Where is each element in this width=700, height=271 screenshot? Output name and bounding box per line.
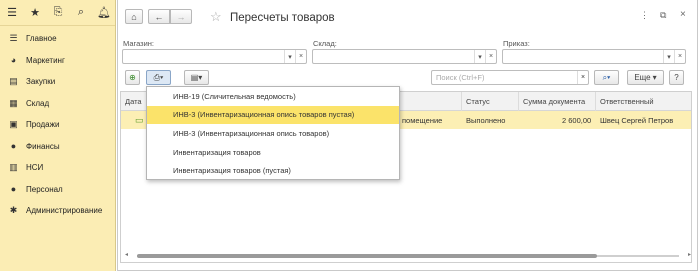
search-icon[interactable]: ⌕ [75, 6, 87, 19]
cart-icon: ▤ [9, 76, 18, 87]
clear-search-icon[interactable]: × [577, 71, 588, 84]
person-icon: ● [10, 184, 17, 195]
sidebar-item-label: Финансы [26, 141, 60, 151]
gear-icon: ✱ [9, 205, 18, 216]
document-posted-icon: ▭ [135, 114, 144, 125]
column-header-date[interactable]: Дата [121, 92, 142, 111]
menu-item-inventory-empty[interactable]: Инвентаризация товаров (пустая) [147, 161, 399, 180]
column-header-amount[interactable]: Сумма документа [518, 92, 593, 111]
home-icon: ⌂ [131, 11, 137, 22]
row-responsible: Швец Сергей Петров [600, 115, 674, 125]
link-icon[interactable]: ⧉ [660, 10, 666, 21]
history-icon[interactable]: ⎘ [52, 6, 64, 19]
printer-icon: ⎙▾ [153, 72, 164, 82]
warehouse-icon: ▦ [9, 97, 18, 108]
sales-icon: ▣ [9, 119, 18, 130]
row-status: Выполнено [466, 115, 506, 125]
back-button[interactable]: ← [148, 9, 170, 24]
arrow-right-icon: → [176, 11, 186, 22]
home-button[interactable]: ⌂ [125, 9, 143, 24]
list-icon: ☰ [9, 33, 18, 44]
directory-icon: ▥ [9, 162, 18, 173]
search-input[interactable]: Поиск (Ctrl+F) × [431, 70, 589, 85]
column-header-status[interactable]: Статус [461, 92, 521, 111]
sidebar-item-label: НСИ [26, 163, 44, 173]
sidebar-item-nsi[interactable]: ▥ НСИ [0, 157, 115, 179]
menu-item-inv3-empty[interactable]: ИНВ-3 (Инвентаризационная опись товаров … [147, 105, 399, 125]
report-icon: ▤▾ [190, 73, 203, 82]
chevron-down-icon[interactable]: ▾ [284, 50, 295, 63]
clear-icon[interactable]: × [485, 50, 496, 63]
sidebar-item-warehouse[interactable]: ▦ Склад [0, 93, 115, 115]
order-label: Приказ: [503, 39, 530, 48]
sidebar-item-personnel[interactable]: ● Персонал [0, 179, 115, 201]
horizontal-scrollbar[interactable]: ◂ ▸ [125, 252, 691, 259]
menu-item-inventory[interactable]: Инвентаризация товаров [147, 143, 399, 162]
more-button[interactable]: Еще ▾ [627, 70, 664, 85]
order-field[interactable]: ▾ × [502, 49, 686, 64]
bell-icon[interactable]: 🔔︎ [97, 7, 111, 19]
print-button[interactable]: ⎙▾ [146, 70, 171, 85]
sidebar-item-main[interactable]: ☰ Главное [0, 28, 115, 50]
sidebar-item-label: Продажи [26, 120, 60, 130]
arrow-left-icon: ← [154, 11, 164, 22]
search-icon: ⌕▾ [602, 72, 611, 82]
warehouse-label: Склад: [313, 39, 337, 48]
sidebar: ☰ ★ ⎘ ⌕ 🔔︎ ☰ Главное ◕ Маркетинг ▤ Закупки … [0, 0, 116, 271]
chevron-down-icon: ▾ [652, 73, 657, 82]
star-icon[interactable]: ★ [29, 7, 41, 19]
search-button[interactable]: ⌕▾ [594, 70, 619, 85]
favorite-star-icon[interactable]: ☆ [210, 9, 222, 25]
sidebar-item-purchases[interactable]: ▤ Закупки [0, 71, 115, 93]
store-label: Магазин: [123, 39, 155, 48]
create-document-icon: ⊕ [129, 73, 136, 82]
help-label: ? [674, 73, 679, 82]
more-actions-icon[interactable]: ⋮ [640, 10, 649, 21]
row-amount: 2 600,00 [562, 115, 592, 125]
sidebar-item-finance[interactable]: ● Финансы [0, 136, 115, 158]
pie-chart-icon: ◕ [10, 55, 17, 66]
help-button[interactable]: ? [669, 70, 684, 85]
clear-icon[interactable]: × [674, 50, 685, 63]
sidebar-item-admin[interactable]: ✱ Администрирование [0, 200, 115, 222]
sidebar-item-label: Закупки [26, 77, 56, 87]
sidebar-item-label: Маркетинг [26, 55, 65, 65]
menu-item-inv19[interactable]: ИНВ-19 (Сличительная ведомость) [147, 87, 399, 106]
scroll-left-icon[interactable]: ◂ [125, 251, 128, 258]
print-dropdown-menu: ИНВ-19 (Сличительная ведомость) ИНВ-3 (И… [146, 86, 400, 180]
chevron-down-icon[interactable]: ▾ [474, 50, 485, 63]
sidebar-top-icons: ☰ ★ ⎘ ⌕ 🔔︎ [0, 0, 115, 26]
sidebar-item-label: Склад [26, 98, 50, 108]
close-icon[interactable]: × [680, 9, 686, 20]
sidebar-item-label: Персонал [26, 184, 63, 194]
scrollbar-thumb[interactable] [137, 254, 597, 258]
sidebar-nav: ☰ Главное ◕ Маркетинг ▤ Закупки ▦ Склад ▣ Про… [0, 26, 115, 222]
sidebar-item-sales[interactable]: ▣ Продажи [0, 114, 115, 136]
menu-icon[interactable]: ☰ [6, 7, 18, 19]
coins-icon: ● [10, 141, 17, 152]
row-location: помещение [402, 115, 443, 125]
chevron-down-icon[interactable]: ▾ [663, 50, 674, 63]
more-label: Еще [634, 73, 651, 82]
page-title: Пересчеты товаров [230, 12, 335, 24]
column-header-responsible[interactable]: Ответственный [595, 92, 691, 111]
menu-item-inv3[interactable]: ИНВ-3 (Инвентаризационная опись товаров) [147, 124, 399, 143]
sidebar-item-label: Администрирование [26, 206, 103, 216]
sidebar-item-marketing[interactable]: ◕ Маркетинг [0, 50, 115, 72]
clear-icon[interactable]: × [295, 50, 306, 63]
forward-button[interactable]: → [170, 9, 192, 24]
store-field[interactable]: ▾ × [122, 49, 307, 64]
create-button[interactable]: ⊕ [125, 70, 140, 85]
scroll-right-icon[interactable]: ▸ [688, 251, 691, 258]
search-placeholder: Поиск (Ctrl+F) [436, 73, 485, 82]
report-button[interactable]: ▤▾ [184, 70, 209, 85]
sidebar-item-label: Главное [26, 34, 57, 44]
warehouse-field[interactable]: ▾ × [312, 49, 497, 64]
